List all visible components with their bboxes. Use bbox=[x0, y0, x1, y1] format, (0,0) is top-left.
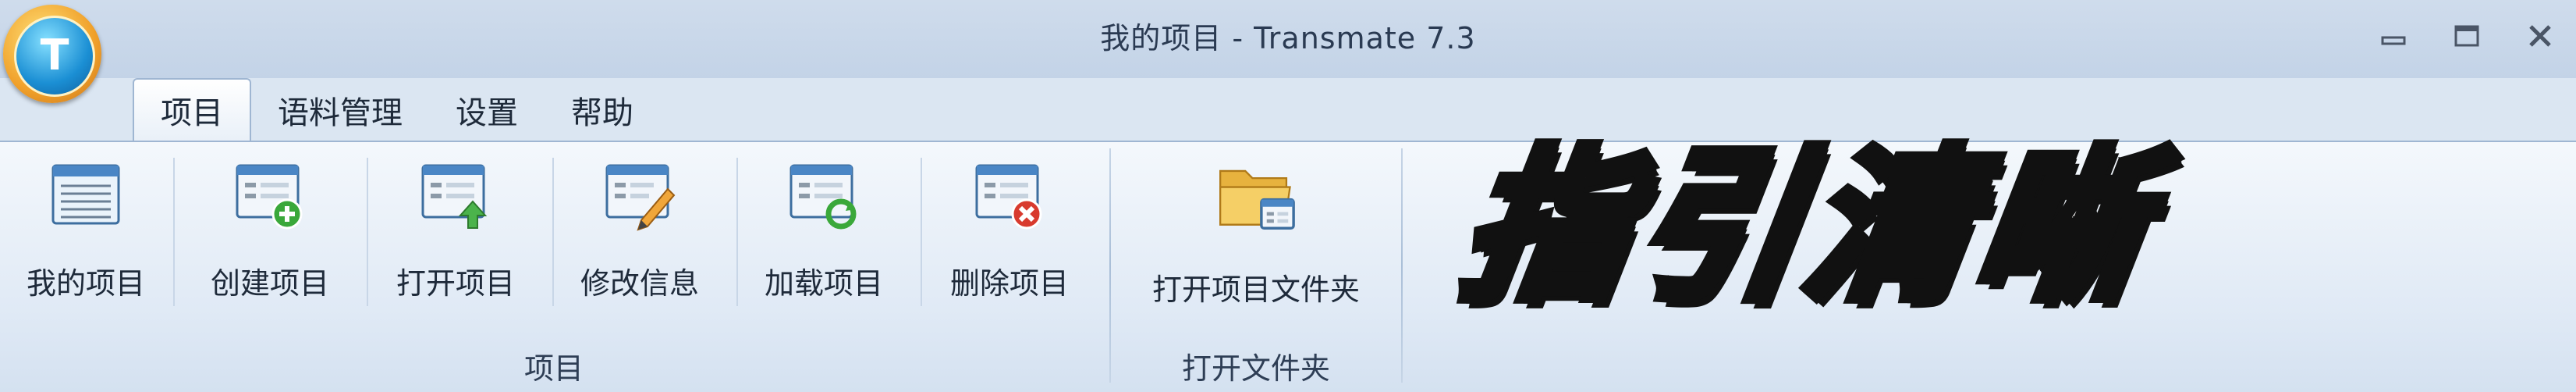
divider bbox=[367, 158, 368, 306]
window-title: 我的项目 - Transmate 7.3 bbox=[1100, 21, 1476, 55]
open-project-folder-button[interactable]: 打开项目文件夹 bbox=[1111, 150, 1401, 322]
divider bbox=[173, 158, 175, 306]
open-project-folder-label: 打开项目文件夹 bbox=[1151, 273, 1360, 307]
window-load-icon bbox=[789, 164, 857, 230]
ribbon-group-label: 打开文件夹 bbox=[1181, 351, 1330, 386]
window-open-icon bbox=[421, 164, 488, 229]
delete-project-button[interactable]: 删除项目 bbox=[931, 150, 1088, 322]
close-button[interactable] bbox=[2518, 14, 2562, 58]
tab-corpus-management[interactable]: 语料管理 bbox=[251, 80, 429, 141]
tab-help[interactable]: 帮助 bbox=[545, 80, 660, 141]
divider bbox=[921, 158, 922, 306]
window-controls bbox=[2372, 14, 2562, 58]
tab-project[interactable]: 项目 bbox=[133, 78, 251, 141]
window-edit-icon bbox=[605, 164, 676, 231]
load-project-label: 加载项目 bbox=[764, 266, 883, 301]
group-divider bbox=[1401, 148, 1403, 383]
ribbon-group-label: 项目 bbox=[523, 351, 584, 386]
ribbon-group-open-folder: 打开项目文件夹 打开文件夹 bbox=[1111, 142, 1401, 392]
my-projects-button[interactable]: 我的项目 bbox=[8, 150, 164, 322]
tab-settings[interactable]: 设置 bbox=[429, 80, 545, 141]
maximize-button[interactable] bbox=[2445, 14, 2489, 58]
close-icon bbox=[2529, 25, 2551, 47]
open-project-button[interactable]: 打开项目 bbox=[378, 150, 534, 322]
divider bbox=[552, 158, 554, 306]
app-logo-icon: T bbox=[14, 16, 95, 97]
folder-icon bbox=[1219, 169, 1295, 230]
ribbon-group-project: 我的项目 创建项目 打开项目 修改信息 加载项目 删除项目 项目 bbox=[0, 142, 1108, 392]
divider bbox=[736, 158, 738, 306]
delete-project-label: 删除项目 bbox=[949, 266, 1069, 301]
list-window-icon bbox=[51, 164, 120, 225]
load-project-button[interactable]: 加载项目 bbox=[746, 150, 902, 322]
app-logo-button[interactable]: T bbox=[3, 5, 101, 103]
ribbon-tabs: 项目 语料管理 设置 帮助 bbox=[133, 78, 660, 141]
maximize-icon bbox=[2454, 25, 2479, 47]
minimize-icon bbox=[2381, 36, 2406, 45]
edit-info-button[interactable]: 修改信息 bbox=[562, 150, 718, 322]
window-plus-icon bbox=[236, 164, 303, 230]
app-logo-letter: T bbox=[40, 30, 69, 80]
my-projects-label: 我的项目 bbox=[26, 266, 145, 301]
open-project-label: 打开项目 bbox=[396, 266, 515, 301]
create-project-label: 创建项目 bbox=[210, 266, 329, 301]
title-bar: 我的项目 - Transmate 7.3 bbox=[0, 0, 2576, 78]
window-delete-icon bbox=[975, 164, 1042, 230]
create-project-button[interactable]: 创建项目 bbox=[192, 150, 348, 322]
overlay-caption: 指引清晰 bbox=[1446, 127, 2168, 327]
edit-info-label: 修改信息 bbox=[580, 266, 699, 301]
minimize-button[interactable] bbox=[2372, 14, 2415, 58]
